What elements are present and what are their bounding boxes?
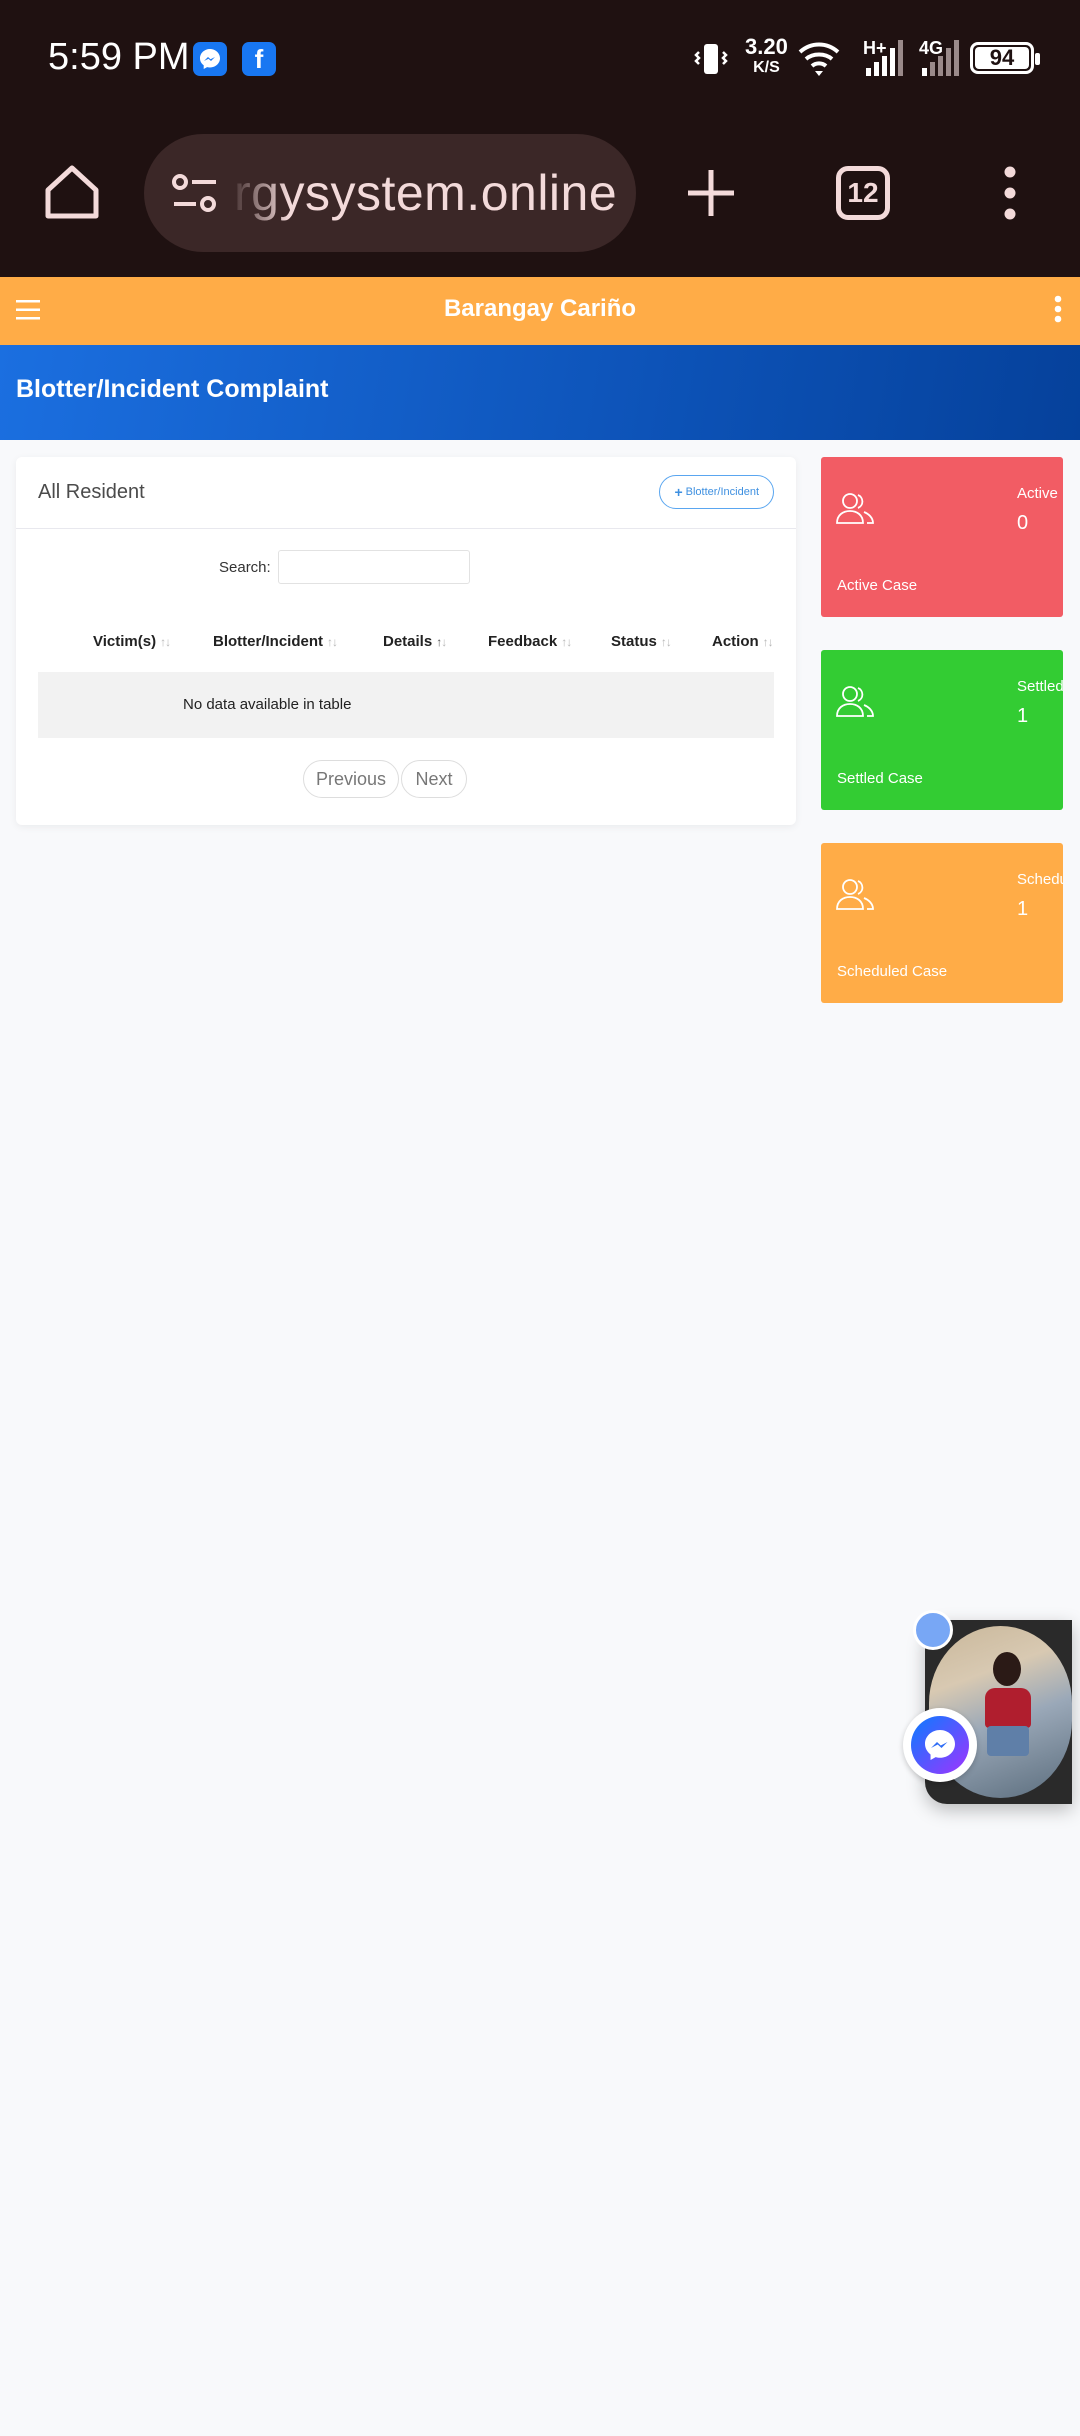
home-icon[interactable] [40, 160, 104, 224]
sort-icon: ↑↓ [160, 635, 171, 649]
sort-ascending-icon: ↑↓ [436, 635, 447, 649]
messenger-notification-icon [193, 42, 227, 76]
facebook-notification-icon: f [242, 42, 276, 76]
blotter-table-card: All Resident + Blotter/Incident Search: … [16, 457, 796, 825]
column-header-victims[interactable]: Victim(s) ↑↓ [93, 633, 171, 650]
column-header-action[interactable]: Action ↑↓ [712, 633, 774, 650]
browser-chrome: 5:59 PM f 3.20 K/S H+ 4G 94 rgysystem.on… [0, 0, 1080, 277]
url-text: rgysystem.online [234, 165, 618, 221]
signal-h-plus-icon: H+ [863, 38, 903, 76]
users-icon [836, 879, 874, 910]
app-brand: Barangay Cariño [443, 295, 637, 322]
browser-menu-icon[interactable] [1000, 166, 1020, 220]
scheduled-case-count: 1 [1017, 898, 1029, 920]
battery-level: 94 [975, 45, 1029, 70]
settled-case-footer: Settled Case [837, 770, 923, 787]
chat-head-status-dot [913, 1610, 953, 1650]
settled-case-card[interactable]: Settled 1 Settled Case [821, 650, 1063, 810]
network-speed: 3.20 K/S [745, 36, 788, 76]
page-header: Blotter/Incident Complaint [0, 345, 1080, 440]
settled-case-count: 1 [1017, 705, 1029, 727]
users-icon [836, 493, 874, 524]
column-header-details[interactable]: Details ↑↓ [383, 633, 447, 650]
app-options-icon[interactable] [1054, 295, 1062, 323]
plus-icon: + [674, 484, 683, 500]
pagination: Previous Next [16, 760, 796, 800]
page-title: Blotter/Incident Complaint [16, 375, 329, 403]
sort-icon: ↑↓ [660, 635, 672, 649]
messenger-badge-icon [903, 1708, 977, 1782]
vibrate-icon [694, 44, 728, 74]
site-settings-icon[interactable] [170, 174, 220, 214]
column-header-feedback[interactable]: Feedback ↑↓ [488, 633, 572, 650]
svg-text:4G: 4G [919, 38, 943, 58]
settled-case-label: Settled [1017, 678, 1063, 695]
table-empty-row: No data available in table [38, 672, 774, 738]
status-time: 5:59 PM [48, 36, 190, 78]
active-case-label: Active [1017, 485, 1058, 502]
svg-text:H+: H+ [863, 38, 887, 58]
browser-toolbar: rgysystem.online 12 [0, 130, 1080, 255]
add-blotter-button[interactable]: + Blotter/Incident [659, 475, 774, 509]
status-bar: 5:59 PM f 3.20 K/S H+ 4G 94 [0, 0, 1080, 118]
add-blotter-label: Blotter/Incident [685, 486, 759, 498]
scheduled-case-label: Schedu [1017, 871, 1063, 888]
users-icon [836, 686, 874, 717]
active-case-footer: Active Case [837, 577, 918, 594]
scheduled-case-card[interactable]: Schedu 1 Scheduled Case [821, 843, 1063, 1003]
tab-switcher-button[interactable]: 12 [836, 166, 890, 220]
new-tab-plus-icon[interactable] [684, 166, 738, 220]
search-label: Search: [219, 559, 271, 576]
active-case-card[interactable]: Active 0 Active Case [821, 457, 1063, 617]
address-bar[interactable]: rgysystem.online [144, 134, 636, 252]
network-speed-value: 3.20 [745, 34, 788, 59]
battery-indicator: 94 [970, 42, 1040, 74]
wifi-icon [798, 42, 840, 76]
app-navbar: Barangay Cariño [0, 277, 1080, 345]
table-header-row: Victim(s) ↑↓ Blotter/Incident ↑↓ Details ↑↓… [38, 627, 774, 667]
column-header-blotter-incident[interactable]: Blotter/Incident ↑↓ [213, 633, 338, 650]
search-input[interactable] [278, 550, 470, 584]
url-fade [229, 134, 289, 252]
signal-4g-icon: 4G [919, 38, 959, 76]
column-header-status[interactable]: Status ↑↓ [611, 633, 672, 650]
active-case-count: 0 [1017, 512, 1029, 534]
card-header: All Resident + Blotter/Incident [16, 457, 796, 529]
sort-icon: ↑↓ [561, 635, 572, 649]
network-speed-unit: K/S [753, 59, 780, 76]
tab-count: 12 [847, 177, 879, 208]
empty-message: No data available in table [183, 696, 352, 713]
scheduled-case-footer: Scheduled Case [837, 963, 948, 980]
previous-page-button[interactable]: Previous [303, 760, 399, 798]
sort-icon: ↑↓ [327, 635, 338, 649]
sort-icon: ↑↓ [762, 635, 774, 649]
card-title: All Resident [38, 481, 145, 503]
next-page-button[interactable]: Next [401, 760, 467, 798]
